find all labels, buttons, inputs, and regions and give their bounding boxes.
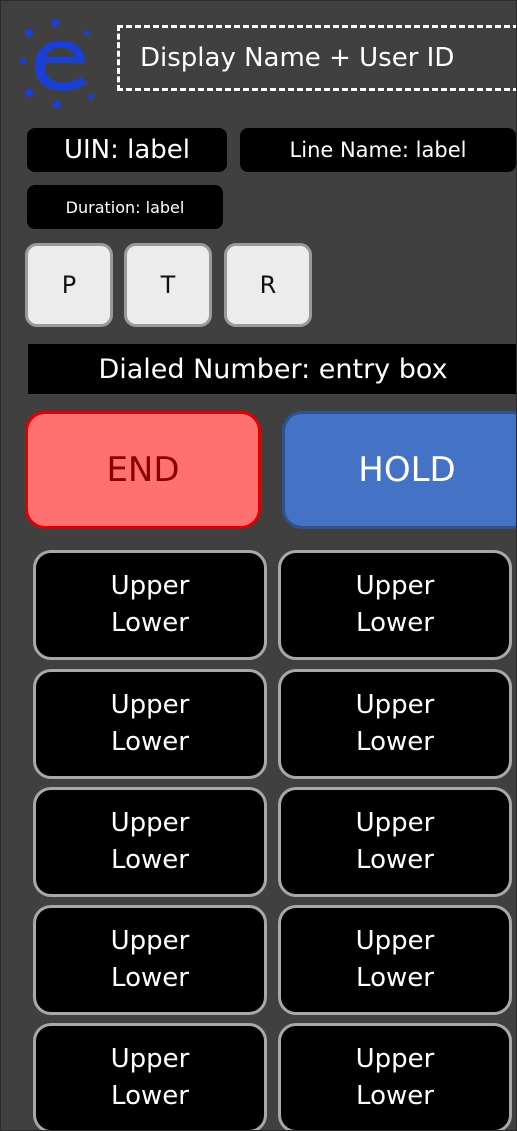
line-key-button[interactable]: Upper Lower [33, 669, 267, 779]
line-key-lower: Lower [356, 845, 434, 875]
line-name-label: Line Name: label [240, 128, 516, 172]
duration-label: Duration: label [27, 185, 223, 229]
line-key-lower: Lower [111, 845, 189, 875]
line-key-upper: Upper [110, 808, 190, 838]
e-logo-icon [20, 19, 94, 109]
line-key-lower: Lower [356, 963, 434, 993]
line-key-upper: Upper [355, 1044, 435, 1074]
t-button[interactable]: T [124, 243, 212, 327]
line-key-upper: Upper [355, 808, 435, 838]
hold-button[interactable]: HOLD [282, 411, 516, 529]
line-key-lower: Lower [356, 608, 434, 638]
display-name-field: Display Name + User ID [117, 25, 516, 91]
r-button[interactable]: R [224, 243, 312, 327]
display-name-label: Display Name + User ID [140, 43, 455, 73]
line-key-lower: Lower [111, 608, 189, 638]
uin-label: UIN: label [27, 128, 227, 172]
phone-panel: Display Name + User ID UIN: label Line N… [0, 0, 517, 1131]
line-key-upper: Upper [110, 690, 190, 720]
line-key-button[interactable]: Upper Lower [33, 787, 267, 897]
line-key-upper: Upper [110, 926, 190, 956]
line-key-lower: Lower [111, 727, 189, 757]
line-key-upper: Upper [110, 1044, 190, 1074]
line-key-lower: Lower [111, 1081, 189, 1111]
line-key-button[interactable]: Upper Lower [278, 550, 512, 660]
line-key-button[interactable]: Upper Lower [33, 550, 267, 660]
line-key-lower: Lower [356, 727, 434, 757]
line-key-lower: Lower [356, 1081, 434, 1111]
line-key-button[interactable]: Upper Lower [33, 905, 267, 1015]
line-key-lower: Lower [111, 963, 189, 993]
line-key-button[interactable]: Upper Lower [33, 1023, 267, 1130]
line-key-upper: Upper [355, 690, 435, 720]
line-key-button[interactable]: Upper Lower [278, 669, 512, 779]
p-button[interactable]: P [25, 243, 113, 327]
line-key-button[interactable]: Upper Lower [278, 1023, 512, 1130]
line-key-button[interactable]: Upper Lower [278, 787, 512, 897]
line-key-upper: Upper [110, 571, 190, 601]
line-key-upper: Upper [355, 571, 435, 601]
line-key-upper: Upper [355, 926, 435, 956]
end-call-button[interactable]: END [25, 411, 261, 529]
line-key-button[interactable]: Upper Lower [278, 905, 512, 1015]
dialed-number-input[interactable]: Dialed Number: entry box [28, 344, 516, 394]
